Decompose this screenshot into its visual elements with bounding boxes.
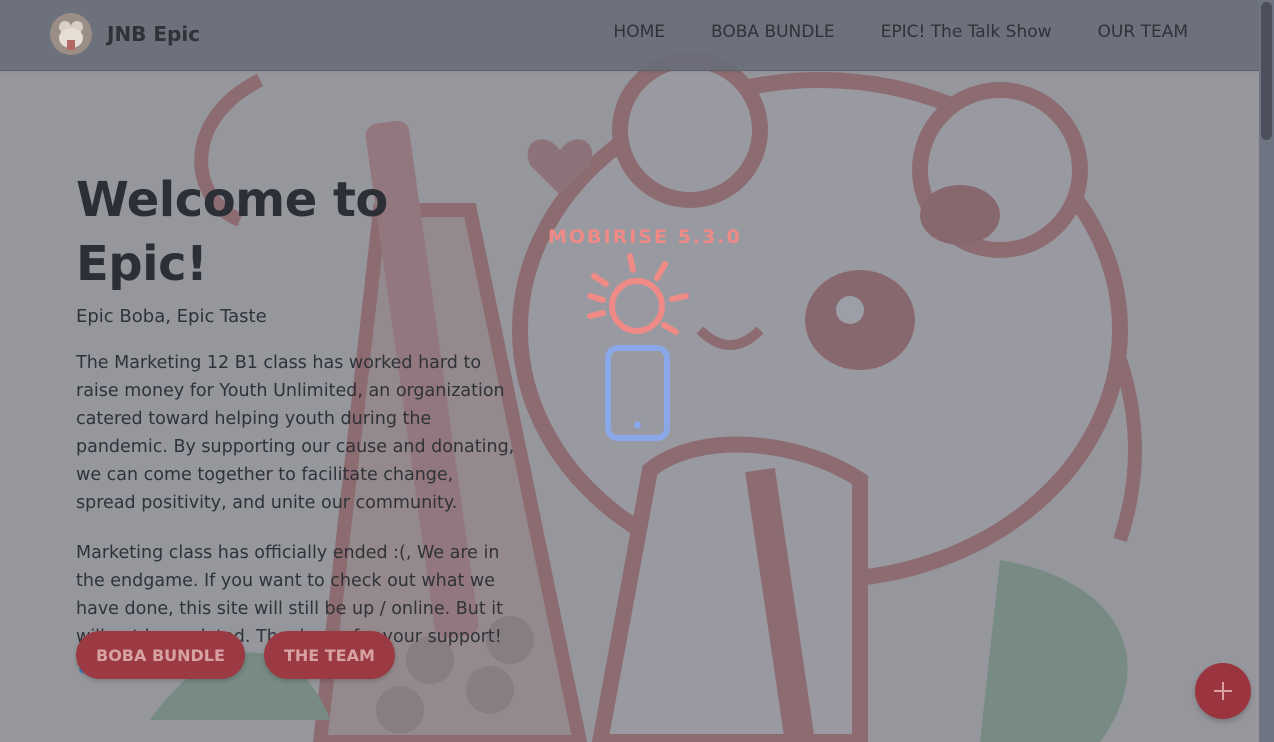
nav-our-team[interactable]: OUR TEAM	[1098, 22, 1188, 42]
floating-add-button[interactable]	[1195, 663, 1251, 719]
brand-logo-icon[interactable]	[50, 13, 92, 55]
hero-content: Welcome to Epic! Epic Boba, Epic Taste T…	[76, 168, 516, 679]
brand[interactable]: JNB Epic	[50, 13, 200, 55]
hero-buttons: BOBA BUNDLE THE TEAM	[76, 631, 414, 679]
hero-subtitle: Epic Boba, Epic Taste	[76, 306, 267, 327]
the-team-button[interactable]: THE TEAM	[263, 631, 395, 679]
top-navbar: JNB Epic HOME BOBA BUNDLE EPIC! The Talk…	[0, 0, 1259, 71]
plus-icon	[1213, 681, 1233, 705]
loader-graphic	[587, 253, 689, 441]
nav-home[interactable]: HOME	[613, 22, 665, 42]
nav-boba-bundle[interactable]: BOBA BUNDLE	[711, 22, 835, 42]
main-nav: HOME BOBA BUNDLE EPIC! The Talk Show OUR…	[567, 22, 1188, 42]
scrollbar-thumb[interactable]	[1261, 2, 1272, 140]
mobile-phone-icon	[605, 345, 670, 441]
sun-icon	[587, 253, 689, 335]
mobirise-loader: MOBIRISE 5.3.0	[548, 226, 740, 441]
hero-title: Welcome to Epic!	[76, 172, 388, 292]
boba-bundle-button[interactable]: BOBA BUNDLE	[76, 631, 245, 679]
hero-paragraph-1: The Marketing 12 B1 class has worked har…	[76, 353, 515, 513]
nav-talk-show[interactable]: EPIC! The Talk Show	[881, 22, 1052, 42]
brand-name[interactable]: JNB Epic	[107, 22, 200, 46]
